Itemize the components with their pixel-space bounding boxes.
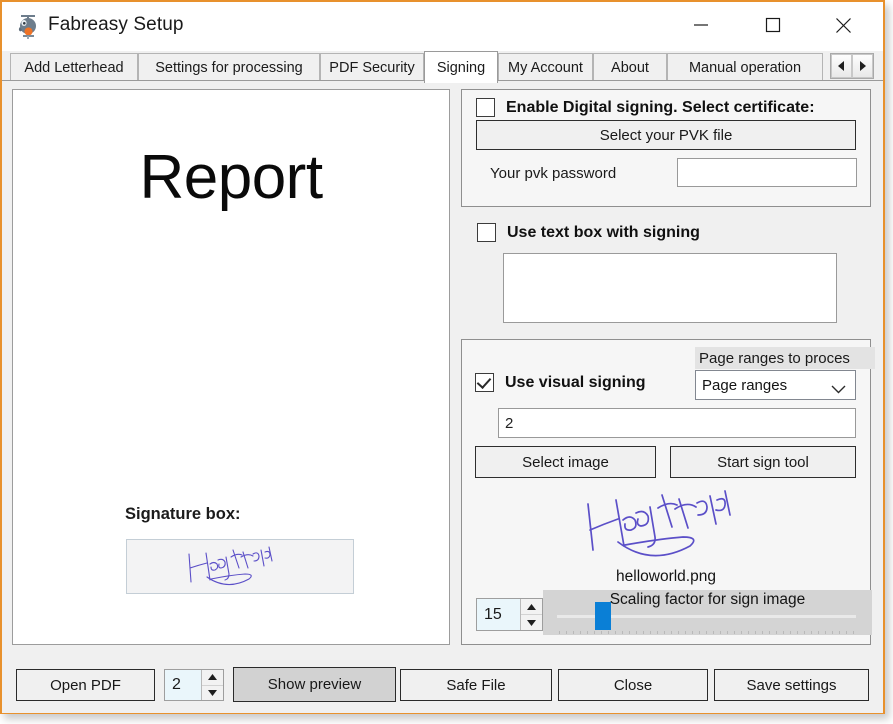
tab-strip: Add Letterhead Settings for processing P… xyxy=(2,51,883,83)
signing-text-area[interactable] xyxy=(503,253,837,323)
use-text-box-signing-label: Use text box with signing xyxy=(507,223,700,241)
start-sign-tool-button[interactable]: Start sign tool xyxy=(670,446,856,478)
digital-signing-group: Enable Digital signing. Select certifica… xyxy=(461,89,871,207)
use-visual-signing-checkbox[interactable] xyxy=(475,373,494,392)
page-ranges-hint-label: Page ranges to proces xyxy=(695,347,875,369)
select-pvk-file-button[interactable]: Select your PVK file xyxy=(476,120,856,150)
scaling-slider-thumb[interactable] xyxy=(595,602,611,630)
signing-settings-pane: Enable Digital signing. Select certifica… xyxy=(457,89,875,645)
enable-digital-signing-label: Enable Digital signing. Select certifica… xyxy=(506,98,815,116)
tab-signing[interactable]: Signing xyxy=(424,51,498,83)
open-pdf-button[interactable]: Open PDF xyxy=(16,669,155,701)
scaling-factor-value[interactable]: 15 xyxy=(477,599,520,630)
caret-up-icon xyxy=(208,674,217,681)
use-visual-signing-row[interactable]: Use visual signing xyxy=(475,373,645,392)
tab-scroll-left-button[interactable] xyxy=(831,54,852,78)
app-mascot-icon xyxy=(16,14,40,40)
minimize-button[interactable] xyxy=(675,2,727,48)
maximize-button[interactable] xyxy=(747,2,799,48)
scaling-stepper-down-button[interactable] xyxy=(521,615,542,630)
caret-left-icon xyxy=(838,61,844,71)
caret-down-icon xyxy=(527,619,536,626)
safe-file-button[interactable]: Safe File xyxy=(400,669,552,701)
scaling-stepper-arrows xyxy=(520,599,542,630)
pvk-password-input[interactable] xyxy=(677,158,857,187)
caret-right-icon xyxy=(860,61,866,71)
close-button[interactable] xyxy=(817,2,869,48)
minimize-icon xyxy=(694,24,708,26)
handwritten-signature-icon xyxy=(587,490,731,557)
preview-signature-box xyxy=(126,539,354,594)
enable-digital-signing-row[interactable]: Enable Digital signing. Select certifica… xyxy=(476,98,815,117)
tab-pdf-security[interactable]: PDF Security xyxy=(320,53,424,81)
pvk-password-label: Your pvk password xyxy=(490,165,617,182)
scaling-factor-label: Scaling factor for sign image xyxy=(609,591,806,608)
title-bar: Fabreasy Setup xyxy=(2,2,883,51)
page-stepper-arrows xyxy=(201,670,223,700)
tab-scroll-buttons xyxy=(830,53,874,79)
page-number-value[interactable]: 2 xyxy=(165,670,201,700)
tab-content-signing: Report Signature box: Enable Digital sig… xyxy=(2,80,883,657)
show-preview-button[interactable]: Show preview xyxy=(233,667,396,702)
preview-signature-box-label: Signature box: xyxy=(125,505,241,523)
page-ranges-input[interactable]: 2 xyxy=(498,408,856,438)
handwritten-signature-icon xyxy=(188,546,273,586)
scaling-stepper-up-button[interactable] xyxy=(521,599,542,615)
use-text-box-signing-checkbox[interactable] xyxy=(477,223,496,242)
close-icon xyxy=(835,17,851,33)
window-title: Fabreasy Setup xyxy=(48,14,184,35)
enable-digital-signing-checkbox[interactable] xyxy=(476,98,495,117)
visual-signing-group: Page ranges to proces Use visual signing… xyxy=(461,339,875,645)
page-number-stepper[interactable]: 2 xyxy=(164,669,224,701)
tab-my-account[interactable]: My Account xyxy=(498,53,593,81)
save-settings-button[interactable]: Save settings xyxy=(714,669,869,701)
caret-up-icon xyxy=(527,603,536,610)
bottom-toolbar: Open PDF 2 Show preview Safe File Close … xyxy=(2,657,883,713)
page-ranges-mode-value: Page ranges xyxy=(702,376,788,394)
maximize-icon xyxy=(765,17,781,33)
tab-settings-processing[interactable]: Settings for processing xyxy=(138,53,320,81)
caret-down-icon xyxy=(208,689,217,696)
sign-image-filename: helloworld.png xyxy=(616,568,716,585)
tab-about[interactable]: About xyxy=(593,53,667,81)
pdf-preview-pane[interactable]: Report Signature box: xyxy=(12,89,450,645)
page-stepper-down-button[interactable] xyxy=(202,686,223,701)
scaling-slider-ticks xyxy=(559,631,854,634)
page-ranges-mode-select[interactable]: Page ranges xyxy=(695,370,856,400)
sign-image-preview xyxy=(580,486,760,566)
chevron-down-icon xyxy=(831,381,846,398)
page-stepper-up-button[interactable] xyxy=(202,670,223,686)
tab-scroll-right-button[interactable] xyxy=(852,54,873,78)
use-visual-signing-label: Use visual signing xyxy=(505,373,646,391)
scaling-factor-stepper[interactable]: 15 xyxy=(476,598,543,631)
select-image-button[interactable]: Select image xyxy=(475,446,656,478)
tab-manual-operation[interactable]: Manual operation xyxy=(667,53,823,81)
application-window: Fabreasy Setup Add Letterhead Settings f… xyxy=(0,0,885,714)
tab-add-letterhead[interactable]: Add Letterhead xyxy=(10,53,138,81)
preview-document-title: Report xyxy=(139,143,323,212)
use-text-box-signing-row[interactable]: Use text box with signing xyxy=(477,223,700,242)
close-dialog-button[interactable]: Close xyxy=(558,669,708,701)
